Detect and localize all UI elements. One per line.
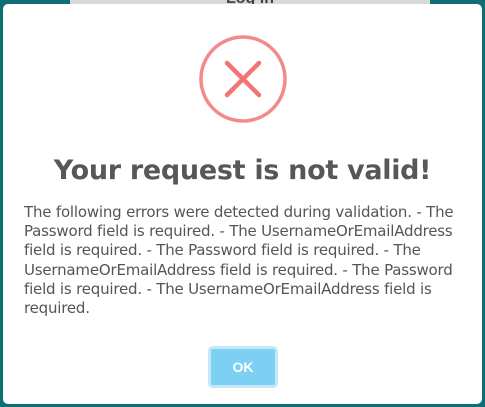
dialog-title: Your request is not valid!: [53, 155, 432, 186]
ok-button[interactable]: OK: [208, 346, 278, 388]
error-icon: [199, 35, 287, 123]
dialog-message: The following errors were detected durin…: [24, 203, 454, 318]
error-dialog: Your request is not valid! The following…: [3, 4, 482, 404]
